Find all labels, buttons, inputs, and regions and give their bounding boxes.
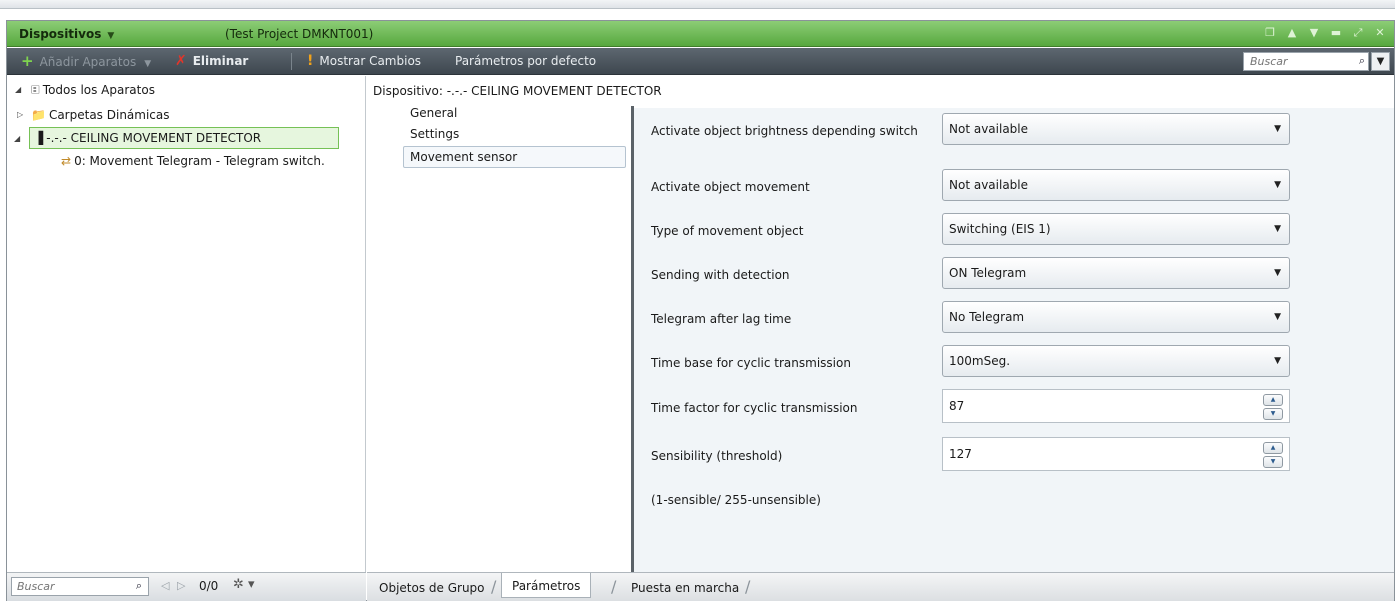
- panel-titlebar: Dispositivos ▼ (Test Project DMKNT001) ❐ …: [7, 21, 1394, 47]
- expanded-arrow-icon[interactable]: ◢: [15, 80, 21, 100]
- toolbar: + Añadir Aparatos ▼ ✗ Eliminar ! Mostrar Cam…: [7, 48, 1394, 75]
- tab-divider: /: [611, 577, 617, 596]
- tab-divider: /: [491, 577, 497, 596]
- folder-search-icon: 📁: [31, 108, 46, 122]
- device-header: Dispositivo: -.-.- CEILING MOVEMENT DETE…: [373, 84, 662, 98]
- arrow-down-icon[interactable]: ▼: [1308, 26, 1320, 40]
- result-count: 0/0: [199, 579, 219, 593]
- minimize-icon[interactable]: ▬: [1330, 26, 1342, 40]
- parameters-view: Dispositivo: -.-.- CEILING MOVEMENT DETE…: [367, 76, 1394, 572]
- filter-icon[interactable]: ▼: [1371, 52, 1390, 71]
- category-general[interactable]: General: [403, 102, 626, 124]
- param-number-input[interactable]: 87 ▲ ▼: [942, 389, 1290, 423]
- chevron-down-icon: ▼: [1274, 268, 1281, 278]
- param-dropdown[interactable]: Not available ▼: [942, 113, 1290, 145]
- window-top-strip: [0, 0, 1395, 9]
- bottom-tab-bar: Objetos de Grupo / Parámetros / Puesta e…: [367, 572, 1394, 601]
- number-spinner: ▲ ▼: [1263, 442, 1283, 468]
- tree-footer: ⌕ ◁ ▷ 0/0 ✲ ▾: [7, 572, 366, 601]
- chevron-down-icon[interactable]: ▼: [107, 31, 114, 41]
- project-name: (Test Project DMKNT001): [225, 27, 374, 41]
- param-dropdown[interactable]: Not available ▼: [942, 169, 1290, 201]
- tab-divider: /: [745, 577, 751, 596]
- param-label: Time factor for cyclic transmission: [651, 401, 858, 415]
- tree-search-input[interactable]: [12, 578, 116, 595]
- param-dropdown[interactable]: Switching (EIS 1) ▼: [942, 213, 1290, 245]
- param-dropdown[interactable]: No Telegram ▼: [942, 301, 1290, 333]
- tree-item-device[interactable]: ◢ ▐ -.-.- CEILING MOVEMENT DETECTOR: [14, 127, 339, 149]
- restore-icon[interactable]: ❐: [1264, 26, 1276, 40]
- tab-commissioning[interactable]: Puesta en marcha: [621, 578, 749, 598]
- chevron-down-icon: ▼: [1274, 124, 1281, 134]
- chevron-down-icon[interactable]: ▼: [144, 59, 151, 69]
- tab-group-objects[interactable]: Objetos de Grupo: [369, 578, 495, 598]
- search-icon[interactable]: ⌕: [1359, 54, 1365, 68]
- arrow-up-icon[interactable]: ▲: [1286, 26, 1298, 40]
- add-devices-button[interactable]: + Añadir Aparatos ▼: [21, 52, 151, 71]
- tree-item-all-devices[interactable]: ◢ 🗉 Todos los Aparatos: [15, 80, 155, 102]
- spin-down-icon[interactable]: ▼: [1263, 408, 1283, 420]
- spin-up-icon[interactable]: ▲: [1263, 394, 1283, 406]
- gear-icon[interactable]: ✲ ▾: [233, 577, 255, 592]
- param-dropdown[interactable]: 100mSeg. ▼: [942, 345, 1290, 377]
- chevron-down-icon: ▼: [1274, 180, 1281, 190]
- chevron-down-icon: ▼: [1274, 356, 1281, 366]
- close-icon[interactable]: ✕: [1374, 26, 1386, 40]
- maximize-icon[interactable]: ⤢: [1352, 26, 1364, 40]
- param-label: Telegram after lag time: [651, 312, 792, 326]
- param-note: (1-sensible/ 255-unsensible): [651, 493, 821, 507]
- search-icon[interactable]: ⌕: [136, 579, 142, 593]
- window-controls: ❐ ▲ ▼ ▬ ⤢ ✕: [1264, 26, 1386, 40]
- param-label: Type of movement object: [651, 224, 804, 238]
- group-object-icon: ⇄: [61, 154, 72, 168]
- tree-item-group-object[interactable]: ⇄ 0: Movement Telegram - Telegram switch.: [61, 151, 325, 173]
- dispositivos-tab[interactable]: Dispositivos ▼: [19, 23, 114, 46]
- delete-x-icon: ✗: [175, 53, 187, 69]
- category-settings[interactable]: Settings: [403, 123, 626, 145]
- tree-item-dynamic-folders[interactable]: ▷ 📁 Carpetas Dinámicas: [15, 105, 170, 127]
- param-number-input[interactable]: 127 ▲ ▼: [942, 437, 1290, 471]
- default-parameters-button[interactable]: Parámetros por defecto: [455, 52, 596, 71]
- devices-panel: Dispositivos ▼ (Test Project DMKNT001) ❐ …: [6, 20, 1395, 601]
- previous-icon[interactable]: ◁: [161, 579, 169, 592]
- chevron-down-icon: ▼: [1274, 224, 1281, 234]
- param-dropdown[interactable]: ON Telegram ▼: [942, 257, 1290, 289]
- device-icon: ▐: [34, 131, 44, 145]
- delete-button[interactable]: ✗ Eliminar: [175, 52, 248, 71]
- spin-up-icon[interactable]: ▲: [1263, 442, 1283, 454]
- param-label: Sensibility (threshold): [651, 449, 783, 463]
- device-tree: ◢ 🗉 Todos los Aparatos ▷ 📁 Carpetas Dinámi…: [7, 76, 366, 572]
- tree-search: ⌕: [11, 577, 149, 596]
- toolbar-separator: [291, 53, 292, 70]
- device-list-icon: 🗉: [31, 83, 40, 97]
- toolbar-search: ⌕: [1243, 52, 1369, 71]
- tab-parameters[interactable]: Parámetros: [501, 573, 592, 598]
- param-label: Activate object brightness depending swi…: [651, 124, 918, 138]
- plus-icon: +: [21, 52, 34, 70]
- next-icon[interactable]: ▷: [177, 579, 185, 592]
- expanded-arrow-icon[interactable]: ◢: [14, 129, 20, 149]
- chevron-down-icon: ▼: [1274, 312, 1281, 322]
- toolbar-search-input[interactable]: [1244, 53, 1340, 70]
- collapsed-arrow-icon[interactable]: ▷: [17, 105, 23, 125]
- exclamation-icon: !: [307, 53, 314, 69]
- category-movement-sensor[interactable]: Movement sensor: [403, 146, 626, 168]
- parameter-categories: General Settings Movement sensor: [367, 101, 630, 572]
- show-changes-button[interactable]: ! Mostrar Cambios: [307, 52, 421, 71]
- param-label: Sending with detection: [651, 268, 790, 282]
- number-spinner: ▲ ▼: [1263, 394, 1283, 420]
- param-label: Activate object movement: [651, 180, 810, 194]
- param-label: Time base for cyclic transmission: [651, 356, 851, 370]
- spin-down-icon[interactable]: ▼: [1263, 456, 1283, 468]
- parameter-list: Activate object brightness depending swi…: [634, 108, 1394, 572]
